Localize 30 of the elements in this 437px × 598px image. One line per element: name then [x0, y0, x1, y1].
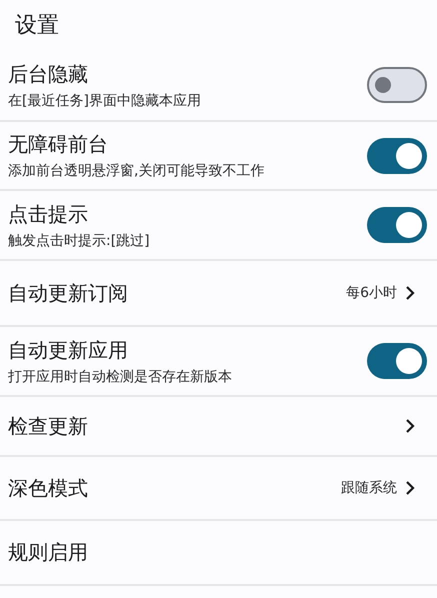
chevron-right-icon — [405, 480, 415, 496]
settings-row[interactable]: 无障碍前台 添加前台透明悬浮窗,关闭可能导致不工作 — [0, 122, 437, 191]
settings-row[interactable]: 自动更新应用 打开应用时自动检测是否存在新版本 — [0, 327, 437, 397]
setting-label: 后台隐藏 — [8, 60, 89, 88]
setting-label: 自动更新应用 — [8, 336, 129, 364]
settings-row[interactable]: 深色模式 跟随系统 — [0, 457, 437, 521]
setting-label: 无障碍前台 — [8, 131, 109, 158]
settings-row[interactable]: 点击提示 触发点击时提示:[跳过] — [0, 191, 437, 261]
settings-row[interactable]: 检查更新 — [0, 397, 437, 457]
settings-row[interactable]: 规则启用 — [0, 521, 437, 586]
chevron-right-icon — [405, 418, 415, 434]
setting-label: 点击提示 — [8, 200, 89, 228]
setting-value: 跟随系统 — [341, 479, 397, 497]
setting-description: 打开应用时自动检测是否存在新版本 — [8, 368, 233, 386]
setting-description: 添加前台透明悬浮窗,关闭可能导致不工作 — [8, 162, 266, 180]
setting-description: 触发点击时提示:[跳过] — [8, 232, 151, 250]
setting-value: 每6小时 — [346, 284, 397, 302]
toggle-switch[interactable] — [367, 138, 427, 174]
chevron-right-icon — [405, 285, 415, 301]
settings-row[interactable]: 自动更新订阅 每6小时 — [0, 261, 437, 327]
setting-label: 规则启用 — [8, 539, 89, 566]
setting-description: 在[最近任务]界面中隐藏本应用 — [8, 92, 202, 110]
toggle-switch[interactable] — [367, 67, 427, 103]
toggle-switch[interactable] — [367, 207, 427, 243]
setting-label: 自动更新订阅 — [8, 280, 129, 306]
toggle-switch[interactable] — [367, 343, 427, 379]
page-title: 设置 — [14, 12, 60, 40]
setting-label: 检查更新 — [8, 412, 89, 440]
setting-label: 深色模式 — [8, 474, 89, 502]
settings-row[interactable]: 后台隐藏 在[最近任务]界面中隐藏本应用 — [0, 50, 437, 122]
